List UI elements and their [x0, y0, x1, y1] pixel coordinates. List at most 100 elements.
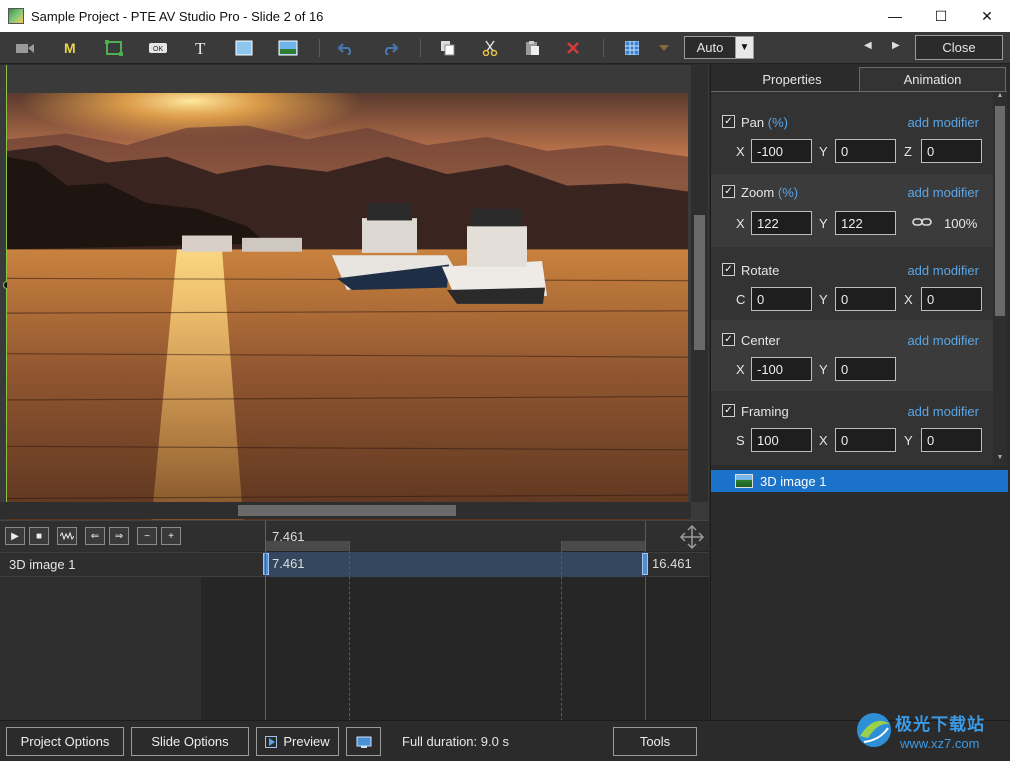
- center-y-input[interactable]: 0: [835, 357, 896, 381]
- rotate-y-label: Y: [819, 292, 828, 307]
- framing-group: ✓ Framing add modifier S 100 X 0 Y 0: [711, 394, 993, 464]
- app-icon: [8, 8, 24, 24]
- preview-horizontal-scrollbar[interactable]: [0, 502, 691, 519]
- copy-icon[interactable]: [436, 38, 460, 58]
- tools-button[interactable]: Tools: [613, 727, 697, 756]
- center-x-label: X: [736, 362, 745, 377]
- center-x-input[interactable]: -100: [751, 357, 812, 381]
- preview-horizontal-scroll-thumb[interactable]: [238, 505, 456, 516]
- pan-z-input[interactable]: 0: [921, 139, 982, 163]
- framing-s-input[interactable]: 100: [751, 428, 812, 452]
- toolbar: M OK T Auto ▼ ◀ ▶ Close: [0, 32, 1010, 64]
- framing-checkbox[interactable]: ✓: [722, 404, 735, 417]
- close-window-button[interactable]: ✕: [964, 0, 1010, 32]
- grid-icon[interactable]: [620, 38, 644, 58]
- play-icon[interactable]: ▶: [5, 527, 25, 545]
- minimize-button[interactable]: —: [872, 0, 918, 32]
- plus-icon[interactable]: +: [161, 527, 181, 545]
- watermark-logo: 极光下载站 www.xz7.com: [850, 706, 1005, 758]
- framing-y-label: Y: [904, 433, 913, 448]
- minus-icon[interactable]: −: [137, 527, 157, 545]
- rotate-add-modifier-link[interactable]: add modifier: [907, 263, 979, 278]
- pan-x-input[interactable]: -100: [751, 139, 812, 163]
- zoom-group: ✓ Zoom (%) add modifier X 122 Y 122 100%: [711, 174, 993, 247]
- timeline-track-bar[interactable]: [266, 552, 646, 577]
- play-icon: [265, 735, 278, 748]
- delete-icon[interactable]: [561, 38, 585, 58]
- preview-button[interactable]: Preview: [256, 727, 339, 756]
- undo-icon[interactable]: [334, 38, 358, 58]
- playhead-line[interactable]: [265, 521, 266, 721]
- zoom-x-input[interactable]: 122: [751, 211, 812, 235]
- monitor-icon: [356, 736, 371, 748]
- tab-properties[interactable]: Properties: [726, 67, 858, 91]
- list-item[interactable]: 3D image 1: [711, 470, 1008, 492]
- cut-icon[interactable]: [478, 38, 502, 58]
- pan-checkbox[interactable]: ✓: [722, 115, 735, 128]
- watermark-title: 极光下载站: [895, 715, 985, 734]
- rectangle-icon[interactable]: [232, 38, 256, 58]
- waveform-icon[interactable]: [57, 527, 77, 545]
- project-options-button[interactable]: Project Options: [6, 727, 124, 756]
- link-icon[interactable]: [912, 214, 932, 230]
- chevron-down-icon[interactable]: ▼: [735, 37, 753, 58]
- framing-x-input[interactable]: 0: [835, 428, 896, 452]
- zoom-ratio: 100%: [944, 216, 978, 231]
- zoom-checkbox[interactable]: ✓: [722, 185, 735, 198]
- slide-options-button[interactable]: Slide Options: [131, 727, 249, 756]
- fullscreen-preview-button[interactable]: [346, 727, 381, 756]
- animation-panel: ✓ Pan (%) add modifier X -100 Y 0 Z 0 ✓ …: [711, 91, 1007, 465]
- mask-icon[interactable]: M: [58, 38, 82, 58]
- right-panel: Properties Animation ✓ Pan (%) add modif…: [710, 65, 1010, 720]
- close-button[interactable]: Close: [915, 35, 1003, 60]
- rotate-x-input[interactable]: 0: [921, 287, 982, 311]
- timeline-marker: [561, 541, 562, 721]
- framing-add-modifier-link[interactable]: add modifier: [907, 404, 979, 419]
- timeline[interactable]: ▶ ■ ⇐ ⇒ − + 7.461 3D image 1 7.461 16.46…: [0, 520, 709, 721]
- next-slide-icon[interactable]: ▶: [892, 40, 900, 51]
- text-icon[interactable]: T: [189, 38, 213, 58]
- pan-y-input[interactable]: 0: [835, 139, 896, 163]
- left-arrow-icon[interactable]: ⇐: [85, 527, 105, 545]
- button-icon[interactable]: OK: [146, 38, 170, 58]
- rotate-group: ✓ Rotate add modifier C 0 Y 0 X 0: [711, 252, 993, 320]
- image-icon[interactable]: [276, 38, 300, 58]
- center-checkbox[interactable]: ✓: [722, 333, 735, 346]
- scroll-down-icon[interactable]: ▼: [995, 454, 1005, 464]
- tab-animation[interactable]: Animation: [859, 67, 1006, 91]
- rotate-c-input[interactable]: 0: [751, 287, 812, 311]
- scroll-up-icon[interactable]: ▲: [995, 92, 1005, 102]
- prev-slide-icon[interactable]: ◀: [864, 40, 872, 51]
- track-end-handle[interactable]: [642, 553, 648, 575]
- framing-y-input[interactable]: 0: [921, 428, 982, 452]
- paste-icon[interactable]: [520, 38, 544, 58]
- mode-select[interactable]: Auto ▼: [684, 36, 754, 59]
- preview-vertical-scrollbar[interactable]: [691, 65, 708, 502]
- track-label: 3D image 1: [9, 557, 76, 572]
- track-start-handle[interactable]: [263, 553, 269, 575]
- animation-scroll-thumb[interactable]: [995, 106, 1005, 316]
- rotate-y-input[interactable]: 0: [835, 287, 896, 311]
- pan-add-modifier-link[interactable]: add modifier: [907, 115, 979, 130]
- svg-text:M: M: [64, 41, 76, 55]
- framing-s-label: S: [736, 433, 745, 448]
- slide-preview[interactable]: [0, 65, 709, 520]
- zoom-y-input[interactable]: 122: [835, 211, 896, 235]
- frame-icon[interactable]: [102, 38, 126, 58]
- camera-icon[interactable]: [13, 38, 37, 58]
- preview-vertical-scroll-thumb[interactable]: [694, 215, 705, 350]
- rotate-checkbox[interactable]: ✓: [722, 263, 735, 276]
- full-duration: Full duration: 9.0 s: [402, 734, 509, 749]
- redo-icon[interactable]: [378, 38, 402, 58]
- maximize-button[interactable]: ☐: [918, 0, 964, 32]
- zoom-add-modifier-link[interactable]: add modifier: [907, 185, 979, 200]
- animation-scrollbar[interactable]: ▲ ▼: [993, 92, 1007, 465]
- stop-icon[interactable]: ■: [29, 527, 49, 545]
- svg-text:T: T: [195, 40, 206, 56]
- rotate-x-label: X: [904, 292, 913, 307]
- center-add-modifier-link[interactable]: add modifier: [907, 333, 979, 348]
- right-arrow-icon[interactable]: ⇒: [109, 527, 129, 545]
- window-title: Sample Project - PTE AV Studio Pro - Sli…: [31, 8, 324, 24]
- grid-dropdown-icon[interactable]: [652, 38, 676, 58]
- pan-x-label: X: [736, 144, 745, 159]
